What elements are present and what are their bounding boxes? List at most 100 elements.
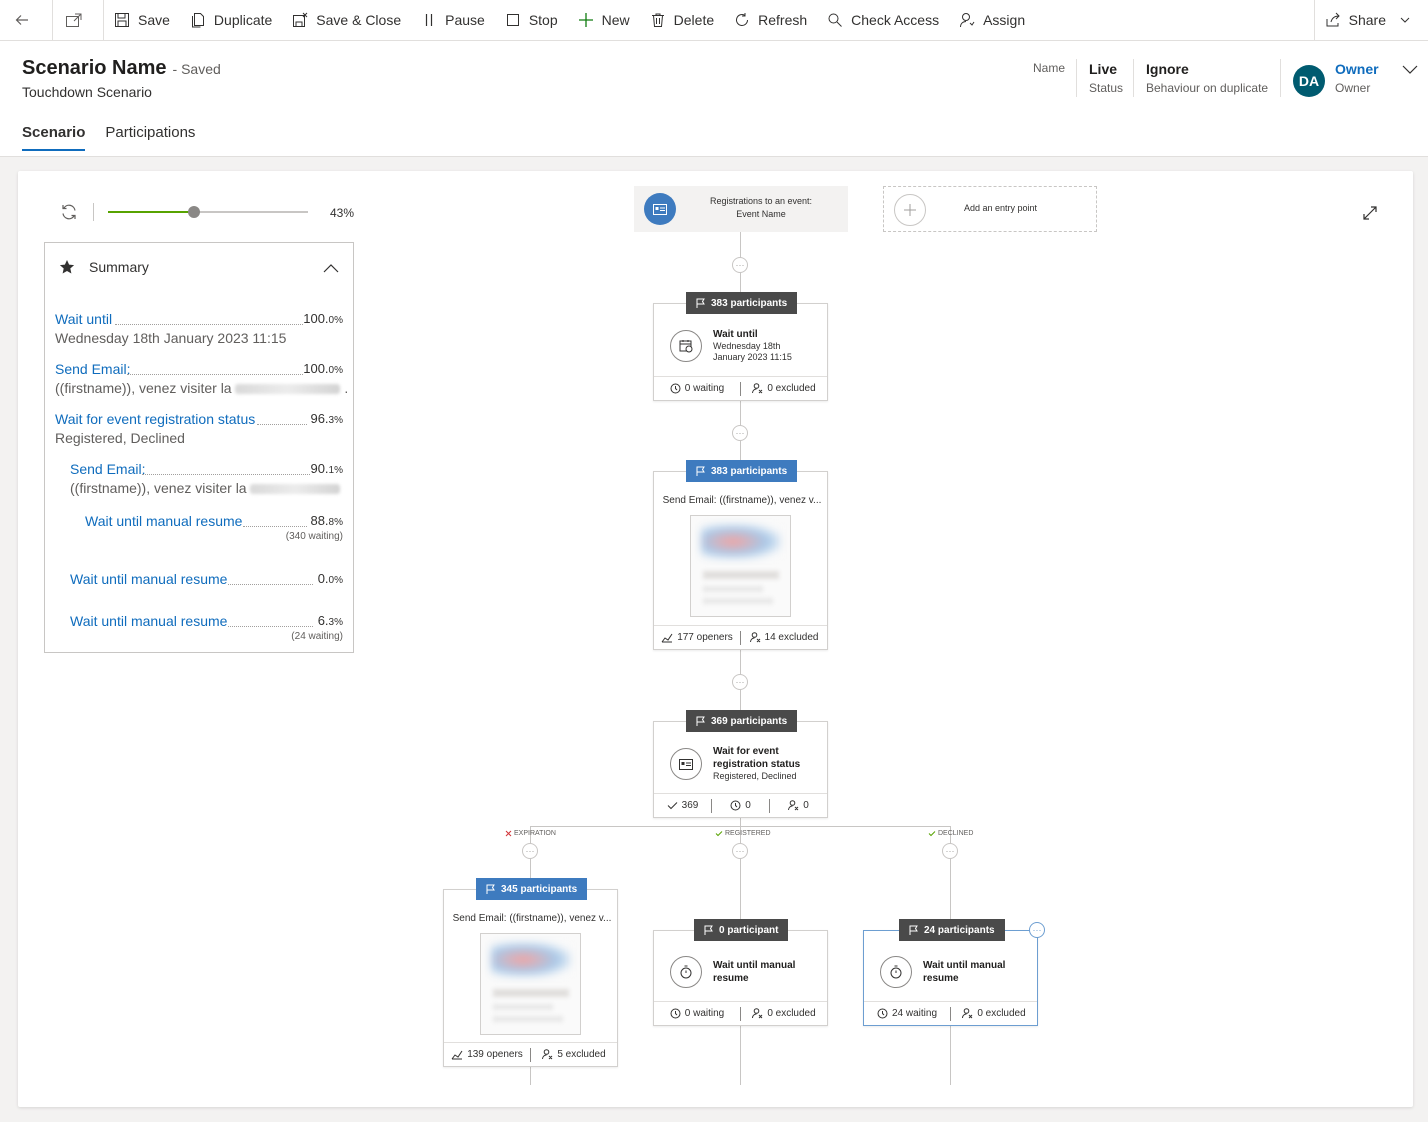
- history-icon: [877, 1008, 888, 1019]
- node-stats: 177 openers 14 excluded: [654, 625, 827, 649]
- waiting-count: (24 waiting): [291, 631, 343, 642]
- command-bar: Save Duplicate Save & Close Pause Stop N…: [0, 0, 1428, 41]
- completed-count: 369: [681, 800, 699, 811]
- share-label: Share: [1348, 12, 1386, 28]
- node-more-options-button[interactable]: ···: [1029, 922, 1045, 938]
- insert-step-button[interactable]: ···: [942, 843, 958, 859]
- delete-button[interactable]: Delete: [640, 0, 724, 40]
- summary-item-link[interactable]: Wait for event registration status: [55, 411, 255, 427]
- owner-link[interactable]: Owner: [1335, 61, 1379, 77]
- pause-button[interactable]: Pause: [411, 0, 495, 40]
- tab-scenario[interactable]: Scenario: [22, 124, 86, 151]
- summary-item: Wait until manual resume: [70, 613, 227, 629]
- connector: [530, 1067, 531, 1085]
- insert-step-button[interactable]: ···: [732, 674, 748, 690]
- magnifier-icon: [828, 13, 843, 27]
- stop-button[interactable]: Stop: [495, 0, 568, 40]
- wait-until-node[interactable]: Wait until Wednesday 18th January 2023 1…: [653, 303, 828, 401]
- stopwatch-icon: [880, 956, 912, 988]
- save-and-close-button[interactable]: Save & Close: [282, 0, 411, 40]
- send-email-node[interactable]: Send Email: ((firstname)), venez v... 17…: [653, 471, 828, 650]
- back-arrow-icon: [15, 15, 28, 25]
- insert-step-button[interactable]: ···: [732, 257, 748, 273]
- insert-step-button[interactable]: ···: [732, 843, 748, 859]
- fullscreen-icon[interactable]: [1362, 205, 1378, 221]
- behaviour-label: Behaviour on duplicate: [1146, 81, 1269, 95]
- node-title-text: Wait until: [713, 329, 758, 340]
- add-entry-point-button[interactable]: Add an entry point: [883, 186, 1097, 232]
- badge-count: 369 participants: [711, 715, 788, 727]
- assign-button[interactable]: Assign: [949, 0, 1035, 40]
- duplicate-icon: [191, 13, 204, 28]
- branch-label-declined: DECLINED: [928, 830, 973, 837]
- entry-point-line2: Event Name: [736, 209, 786, 219]
- summary-item-link[interactable]: Wait until manual resume: [70, 613, 227, 629]
- summary-item-detail: Registered, Declined: [55, 430, 185, 446]
- summary-item-link[interactable]: Wait until manual resume: [85, 513, 242, 529]
- excluded-count: 0: [803, 800, 809, 811]
- summary-item-percent: 0.0%: [303, 571, 343, 586]
- summary-item-link[interactable]: Wait until manual resume: [70, 571, 227, 587]
- back-button[interactable]: [0, 0, 52, 40]
- chevron-down-icon: [1400, 17, 1410, 23]
- email-subject: Send Email: ((firstname)), venez v...: [452, 913, 612, 924]
- entry-point-node[interactable]: Registrations to an event: Event Name: [634, 186, 848, 232]
- insert-step-button[interactable]: ···: [522, 843, 538, 859]
- waiting-count: 0 waiting: [684, 1008, 725, 1019]
- insert-step-button[interactable]: ···: [732, 425, 748, 441]
- expand-header-chevron-icon[interactable]: [1402, 65, 1418, 75]
- chart-icon: [451, 1050, 463, 1060]
- refresh-icon: [736, 13, 749, 26]
- pct-decimal: 3%: [328, 617, 343, 628]
- zoom-slider[interactable]: [108, 206, 308, 218]
- openers-stat: 139 openers: [444, 1049, 530, 1060]
- wait-manual-resume-node[interactable]: Wait until manual resume 0 waiting 0 exc…: [653, 930, 828, 1026]
- zoom-slider-thumb[interactable]: [188, 206, 200, 218]
- pct-decimal: 0%: [328, 575, 343, 586]
- chevron-up-icon[interactable]: [323, 263, 339, 273]
- check-access-button[interactable]: Check Access: [817, 0, 949, 40]
- save-status: - Saved: [172, 61, 221, 77]
- page-title: Scenario Name - Saved: [22, 57, 221, 80]
- branch-label-text: REGISTERED: [725, 830, 771, 837]
- connector: [950, 826, 951, 930]
- refresh-button[interactable]: Refresh: [724, 0, 817, 40]
- reset-zoom-icon[interactable]: [60, 203, 78, 221]
- summary-header[interactable]: Summary: [59, 259, 149, 275]
- node-title-line1: Wait until manual: [713, 960, 796, 971]
- behaviour-field: Ignore Behaviour on duplicate: [1146, 61, 1268, 95]
- person-icon: [960, 13, 975, 28]
- badge-count: 0 participant: [719, 924, 779, 936]
- badge-count: 345 participants: [501, 883, 578, 895]
- waiting-stat: 0: [712, 800, 769, 811]
- excluded-count: 0 excluded: [977, 1008, 1026, 1019]
- open-new-window-button[interactable]: [53, 0, 103, 40]
- history-icon: [670, 1008, 681, 1019]
- waiting-count: 24 waiting: [891, 1008, 938, 1019]
- summary-item-percent: 88.8%: [303, 513, 343, 528]
- history-icon: [730, 800, 741, 811]
- send-email-node[interactable]: Send Email: ((firstname)), venez v... 13…: [443, 889, 618, 1067]
- flag-icon: [704, 925, 713, 935]
- duplicate-button[interactable]: Duplicate: [180, 0, 282, 40]
- wait-for-registration-node[interactable]: Wait for event registration status Regis…: [653, 721, 828, 818]
- connector: [740, 1026, 741, 1085]
- save-button[interactable]: Save: [104, 0, 180, 40]
- node-title: Wait until manual resume: [923, 959, 1005, 985]
- summary-item-percent: 100.0%: [303, 311, 343, 326]
- summary-panel: Summary Wait until Wednesday 18th Januar…: [44, 242, 354, 653]
- node-title-line2: resume: [713, 973, 749, 984]
- share-button[interactable]: Share: [1315, 0, 1428, 40]
- save-label: Save: [138, 12, 170, 28]
- connector: [740, 818, 741, 826]
- new-button[interactable]: New: [568, 0, 640, 40]
- excluded-count: 0 excluded: [767, 383, 816, 394]
- node-title-line2: registration status: [713, 759, 801, 770]
- calendar-clock-icon: [670, 330, 702, 362]
- summary-item-detail-text: ((firstname)), venez visiter la: [70, 480, 247, 496]
- entry-point-label: Registrations to an event: Event Name: [686, 195, 836, 221]
- redacted-text: [235, 384, 341, 395]
- pct-decimal: 0%: [328, 365, 343, 376]
- wait-manual-resume-node[interactable]: Wait until manual resume 24 waiting 0 ex…: [863, 930, 1038, 1026]
- tab-participations[interactable]: Participations: [105, 124, 195, 151]
